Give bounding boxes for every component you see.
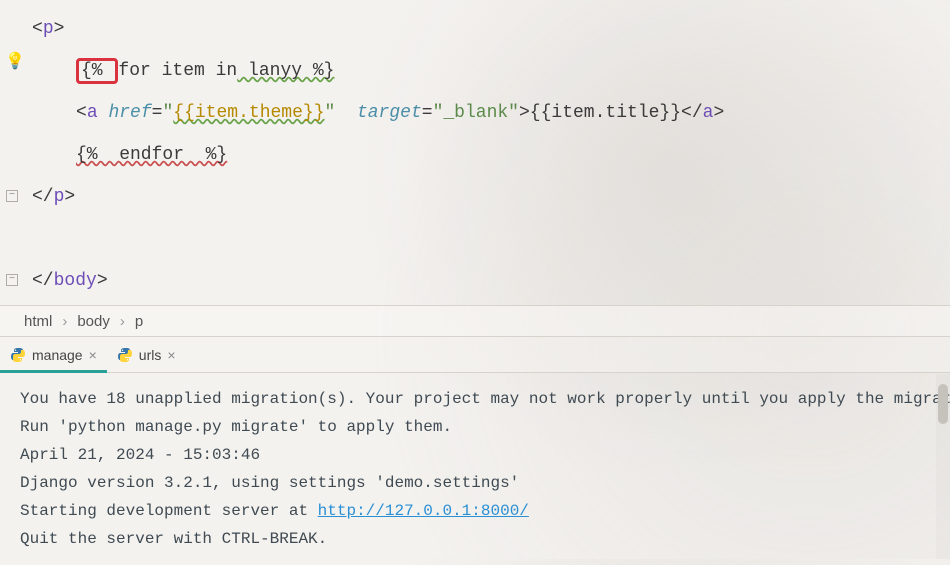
scrollbar-thumb[interactable] [938, 384, 948, 424]
server-url-link[interactable]: http://127.0.0.1:8000/ [318, 502, 529, 520]
code-text: < [32, 19, 43, 39]
highlight-box: {% [76, 58, 118, 84]
code-text: > [519, 103, 530, 123]
code-text: " [162, 103, 173, 123]
terminal-line: You have 18 unapplied migration(s). Your… [20, 385, 930, 413]
terminal-line: Run 'python manage.py migrate' to apply … [20, 413, 930, 441]
code-text: in [216, 61, 238, 81]
code-line[interactable]: {% endfor %} [32, 134, 950, 176]
python-file-icon [117, 347, 133, 363]
code-text: = [152, 103, 163, 123]
python-file-icon [10, 347, 26, 363]
code-text: </ [32, 271, 54, 291]
terminal-line: Quit the server with CTRL-BREAK. [20, 525, 930, 553]
code-text: body [54, 271, 97, 291]
terminal-line: Starting development server at http://12… [20, 497, 930, 525]
code-text: for [118, 61, 150, 81]
code-text: a [703, 103, 714, 123]
code-text: href [108, 103, 151, 123]
code-text: {% endfor %} [76, 145, 227, 165]
code-line[interactable] [32, 218, 950, 260]
terminal-scrollbar[interactable] [936, 374, 950, 559]
code-text: "_blank" [433, 103, 519, 123]
code-text: = [422, 103, 433, 123]
tab-label: urls [139, 347, 162, 363]
code-text: a [87, 103, 98, 123]
breadcrumb-item[interactable]: html [20, 313, 56, 330]
code-text: < [76, 103, 87, 123]
breadcrumb-item[interactable]: body [73, 313, 114, 330]
code-text [98, 103, 109, 123]
terminal-tab-bar: manage × urls × [0, 337, 950, 373]
breadcrumb-item[interactable]: p [131, 313, 147, 330]
code-text: p [54, 187, 65, 207]
code-text: </ [681, 103, 703, 123]
code-line[interactable]: </p> [32, 176, 950, 218]
code-text: lanyy %} [237, 61, 334, 81]
tab-label: manage [32, 347, 83, 363]
chevron-right-icon: › [56, 313, 73, 330]
terminal-line: Django version 3.2.1, using settings 'de… [20, 469, 930, 497]
code-line[interactable]: <a href="{{item.theme}}" target="_blank"… [32, 92, 950, 134]
fold-toggle-icon[interactable]: − [6, 274, 18, 286]
code-editor[interactable]: <p> 💡 {% for item in lanyy %} <a href="{… [0, 0, 950, 305]
tab-manage[interactable]: manage × [0, 337, 107, 372]
code-text: item [151, 61, 216, 81]
close-icon[interactable]: × [167, 347, 175, 363]
code-text: p [43, 19, 54, 39]
chevron-right-icon: › [114, 313, 131, 330]
code-text: {{item.title}} [530, 103, 681, 123]
code-text: target [357, 103, 422, 123]
lightbulb-icon: 💡 [5, 51, 25, 71]
code-text [335, 103, 357, 123]
code-text: </ [32, 187, 54, 207]
terminal-text: Starting development server at [20, 502, 318, 520]
intention-bulb-icon[interactable]: 💡 [6, 52, 24, 70]
terminal-line: April 21, 2024 - 15:03:46 [20, 441, 930, 469]
code-text: > [54, 19, 65, 39]
fold-toggle-icon[interactable]: − [6, 190, 18, 202]
code-text: {{item.theme}} [173, 103, 324, 123]
terminal-output[interactable]: You have 18 unapplied migration(s). Your… [0, 373, 950, 565]
tab-urls[interactable]: urls × [107, 337, 186, 372]
code-text: > [64, 187, 75, 207]
code-line[interactable]: {% for item in lanyy %} [32, 50, 950, 92]
code-text: " [325, 103, 336, 123]
code-line[interactable]: <p> [32, 8, 950, 50]
code-text: > [713, 103, 724, 123]
close-icon[interactable]: × [89, 347, 97, 363]
code-line[interactable]: </body> [32, 260, 950, 302]
code-text: > [97, 271, 108, 291]
breadcrumb: html › body › p [0, 305, 950, 337]
